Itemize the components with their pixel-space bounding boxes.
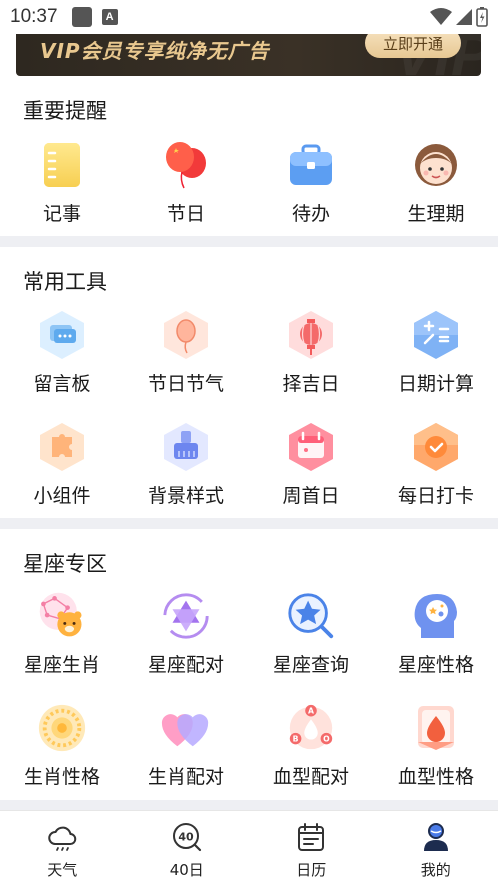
grid-item-blood-personality[interactable]: 血型性格 (374, 702, 498, 789)
grid-item-label: 日期计算 (397, 373, 474, 395)
vip-open-button[interactable]: 立即开通 (364, 34, 461, 58)
grid-item-festivals-terms[interactable]: 节日节气 (124, 309, 248, 396)
nav-label: 天气 (47, 861, 78, 879)
profile-icon (423, 823, 448, 851)
lantern-icon (285, 309, 337, 361)
grid-item-background-style[interactable]: 背景样式 (124, 421, 248, 508)
grid-item-label: 血型性格 (397, 766, 474, 788)
grid-item-zodiac-match[interactable]: 星座配对 (124, 590, 248, 677)
blood-drop-icon (410, 702, 462, 754)
grid-item-widgets[interactable]: 小组件 (0, 421, 124, 508)
status-time: 10:37 (10, 6, 58, 27)
balloon-icon (160, 139, 212, 191)
grid-item-label: 星座配对 (147, 654, 224, 676)
notebook-icon (36, 139, 88, 191)
status-bar: 10:37 A (0, 0, 498, 34)
briefcase-icon (285, 139, 337, 191)
grid-item-message-board[interactable]: 留言板 (0, 309, 124, 396)
nav-weather[interactable]: 天气 (0, 811, 125, 887)
svg-text:O: O (323, 734, 330, 743)
grid-item-notes[interactable]: 记事 (0, 139, 124, 226)
sun-wheel-icon (36, 702, 88, 754)
star-of-david-icon (160, 590, 212, 642)
section-divider (0, 800, 498, 810)
balloon-icon (160, 309, 212, 361)
notification-icon (71, 7, 92, 27)
grid-item-animal-personality[interactable]: 生肖性格 (0, 702, 124, 789)
constellation-tiger-icon (36, 590, 88, 642)
grid-item-label: 生肖配对 (147, 766, 224, 788)
grid-item-label: 周首日 (282, 485, 340, 507)
grid-item-label: 小组件 (33, 485, 91, 507)
calendar-icon (298, 823, 325, 851)
brush-icon (160, 421, 212, 473)
grid-item-label: 星座生肖 (23, 654, 100, 676)
grid-item-label: 节日节气 (147, 373, 224, 395)
bottom-nav: 天气 40 40日 日历 我的 (0, 810, 498, 887)
grid-item-zodiac-personality[interactable]: 星座性格 (374, 590, 498, 677)
grid-item-zodiac-animal[interactable]: 星座生肖 (0, 590, 124, 677)
grid-item-zodiac-query[interactable]: 星座查询 (249, 590, 373, 677)
grid-item-label: 星座查询 (272, 654, 349, 676)
nav-calendar[interactable]: 日历 (249, 811, 374, 887)
grid-item-lucky-day[interactable]: 择吉日 (249, 309, 373, 396)
hearts-icon (160, 702, 212, 754)
grid-item-label: 生肖性格 (23, 766, 100, 788)
grid-item-blood-match[interactable]: A B O 血型配对 (249, 702, 373, 789)
grid-item-week-start[interactable]: 周首日 (249, 421, 373, 508)
grid-item-label: 待办 (291, 203, 330, 225)
grid-item-label: 每日打卡 (397, 485, 474, 507)
svg-text:B: B (293, 734, 299, 743)
nav-label: 日历 (296, 861, 327, 879)
blood-type-abo-icon: A B O (285, 702, 337, 754)
head-stars-icon (410, 590, 462, 642)
status-right (430, 7, 488, 27)
calendar-icon (285, 421, 337, 473)
section-divider (0, 236, 498, 247)
grid-item-period[interactable]: 生理期 (374, 139, 498, 226)
message-board-icon (36, 309, 88, 361)
grid-item-label: 星座性格 (397, 654, 474, 676)
vip-banner[interactable]: VIP VIP会员专享纯净无广告 立即开通 (16, 34, 481, 76)
reminders-title: 重要提醒 (23, 99, 107, 123)
nav-profile[interactable]: 我的 (374, 811, 498, 887)
grid-item-festival[interactable]: 节日 (124, 139, 248, 226)
battery-icon (476, 7, 488, 27)
forty-days-icon-text: 40 (178, 831, 194, 844)
grid-item-label: 背景样式 (147, 485, 224, 507)
calculator-icon (410, 309, 462, 361)
svg-text:A: A (308, 707, 314, 716)
grid-item-label: 节日 (166, 203, 205, 225)
girl-face-icon (410, 139, 462, 191)
weather-icon (48, 826, 77, 851)
nav-label: 40日 (169, 861, 204, 879)
grid-item-label: 留言板 (33, 373, 91, 395)
grid-item-animal-match[interactable]: 生肖配对 (124, 702, 248, 789)
zodiac-title: 星座专区 (23, 552, 107, 576)
section-divider (0, 518, 498, 529)
star-search-icon (285, 590, 337, 642)
grid-item-date-calc[interactable]: 日期计算 (374, 309, 498, 396)
vip-banner-text: VIP会员专享纯净无广告 (40, 38, 270, 63)
grid-item-daily-checkin[interactable]: 每日打卡 (374, 421, 498, 508)
wifi-icon (430, 8, 452, 25)
checkin-icon (410, 421, 462, 473)
app-notification-icon: A (101, 9, 118, 25)
signal-icon (456, 9, 472, 25)
grid-item-todo[interactable]: 待办 (249, 139, 373, 226)
tools-title: 常用工具 (23, 270, 107, 294)
puzzle-icon (36, 421, 88, 473)
nav-forty-days[interactable]: 40 40日 (125, 811, 250, 887)
forty-days-icon: 40 (172, 823, 201, 852)
grid-item-label: 血型配对 (272, 766, 349, 788)
nav-label: 我的 (420, 861, 451, 879)
grid-item-label: 择吉日 (282, 373, 340, 395)
grid-item-label: 生理期 (407, 203, 465, 225)
grid-item-label: 记事 (42, 203, 81, 225)
